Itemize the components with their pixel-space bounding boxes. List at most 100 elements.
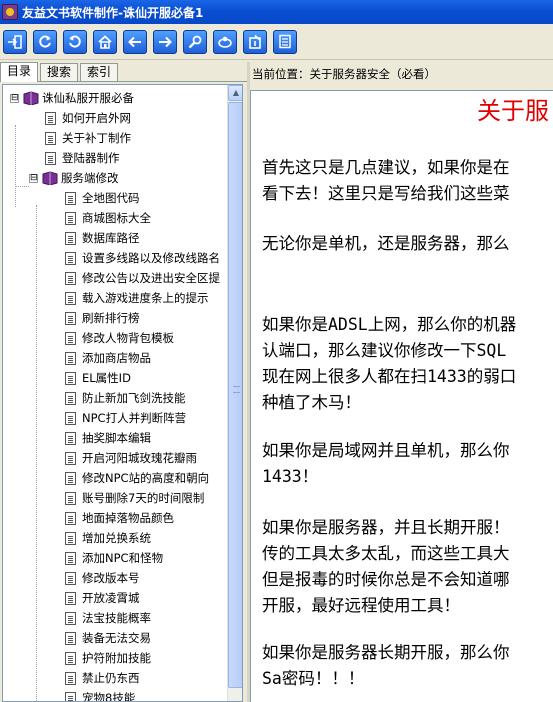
breadcrumb: 当前位置：关于服务器安全（必看） xyxy=(250,62,553,86)
tree-guide-line xyxy=(15,186,29,187)
tree-item[interactable]: 装备无法交易 xyxy=(65,628,151,648)
page-icon xyxy=(65,191,76,205)
page-icon xyxy=(65,271,76,285)
book-open-icon xyxy=(42,171,58,185)
page-icon xyxy=(65,371,76,385)
tree-item[interactable]: 登陆器制作 xyxy=(45,148,120,168)
tree-item[interactable]: 地面掉落物品颜色 xyxy=(65,508,174,528)
page-icon xyxy=(65,531,76,545)
page-icon xyxy=(65,491,76,505)
tab-contents[interactable]: 目录 xyxy=(0,62,39,82)
page-icon xyxy=(65,451,76,465)
page-icon xyxy=(65,571,76,585)
page-icon xyxy=(65,231,76,245)
tree-item[interactable]: 修改公告以及进出安全区提 xyxy=(65,268,220,288)
tree-scrollbar[interactable]: ▲ xyxy=(227,85,242,701)
link-icon[interactable] xyxy=(213,29,237,54)
document-view[interactable]: 关于服 首先这只是几点建议，如果你是在 看下去！这里只是写给我们这些菜 无论你是… xyxy=(250,90,553,702)
tree-item[interactable]: 如何开启外网 xyxy=(45,108,131,128)
back-circle-icon[interactable] xyxy=(63,29,87,54)
tab-search[interactable]: 搜索 xyxy=(40,63,79,81)
right-arrow-icon[interactable] xyxy=(153,29,177,54)
paragraph: 如果你是服务器长期开服，那么你 Sa密码！！！ xyxy=(262,643,510,688)
left-arrow-icon[interactable] xyxy=(123,29,147,54)
tree-item[interactable]: 设置多线路以及修改线路名 xyxy=(65,248,220,268)
document-title: 关于服 xyxy=(477,97,549,125)
tab-index[interactable]: 索引 xyxy=(80,63,119,81)
scroll-thumb[interactable] xyxy=(228,102,242,688)
page-icon xyxy=(65,411,76,425)
tree-node-server-mods[interactable]: ⊟ 服务端修改 xyxy=(29,168,119,188)
collapse-icon[interactable]: ⊟ xyxy=(10,93,19,103)
page-icon xyxy=(65,351,76,365)
tree-item[interactable]: 增加兑换系统 xyxy=(65,528,151,548)
page-icon xyxy=(65,431,76,445)
tree-item[interactable]: 数据库路径 xyxy=(65,228,140,248)
tree-item[interactable]: 添加NPC和怪物 xyxy=(65,548,163,568)
tree-item[interactable]: 抽奖脚本编辑 xyxy=(65,428,151,448)
tree-item[interactable]: 账号删除7天的时间限制 xyxy=(65,488,204,508)
page-icon xyxy=(65,551,76,565)
tree-item[interactable]: 关于补丁制作 xyxy=(45,128,131,148)
paragraph: 如果你是局域网并且单机，那么你 1433！ xyxy=(262,441,510,486)
page-icon xyxy=(45,131,56,145)
tree-item[interactable]: 宠物8技能 xyxy=(65,688,135,701)
tree-item[interactable]: 全地图代码 xyxy=(65,188,140,208)
paragraph: 首先这只是几点建议，如果你是在 看下去！这里只是写给我们这些菜 xyxy=(262,158,510,203)
tree-item[interactable]: 开放凌霄城 xyxy=(65,588,140,608)
tree-item[interactable]: 修改人物背包模板 xyxy=(65,328,174,348)
tree-item[interactable]: 开启河阳城玫瑰花瓣雨 xyxy=(65,448,197,468)
toolbar xyxy=(0,24,553,60)
contents-tree: ⊟ 诛仙私服开服必备 如何开启外网 关于补丁制作 登陆器制作 ⊟ 服务端修改 全… xyxy=(2,84,243,702)
breadcrumb-text: 当前位置：关于服务器安全（必看） xyxy=(252,67,436,81)
paragraph: 无论你是单机，还是服务器，那么 xyxy=(262,234,510,253)
page-icon xyxy=(65,331,76,345)
tree-guide-line xyxy=(36,205,37,701)
exit-icon[interactable] xyxy=(3,29,27,54)
bookmark-icon[interactable] xyxy=(243,29,267,54)
notes-icon[interactable] xyxy=(273,29,297,54)
page-icon xyxy=(65,251,76,265)
page-icon xyxy=(45,151,56,165)
book-icon xyxy=(23,91,39,105)
content-pane: 当前位置：关于服务器安全（必看） 关于服 首先这只是几点建议，如果你是在 看下去… xyxy=(250,62,553,702)
page-icon xyxy=(65,671,76,685)
tree-item[interactable]: 防止新加飞剑洗技能 xyxy=(65,388,186,408)
refresh-icon[interactable] xyxy=(33,29,57,54)
page-icon xyxy=(65,391,76,405)
home-icon[interactable] xyxy=(93,29,117,54)
window-title: 友益文书软件制作-诛仙开服必备1 xyxy=(22,5,204,20)
page-icon xyxy=(65,471,76,485)
tree-item[interactable]: 修改NPC站的高度和朝向 xyxy=(65,468,209,488)
page-icon xyxy=(65,291,76,305)
tree-guide-line xyxy=(15,125,16,207)
app-book-icon xyxy=(2,4,18,20)
page-icon xyxy=(65,651,76,665)
page-icon xyxy=(65,211,76,225)
tree-item[interactable]: 商城图标大全 xyxy=(65,208,151,228)
page-icon xyxy=(65,631,76,645)
tree-item[interactable]: 载入游戏进度条上的提示 xyxy=(65,288,209,308)
paragraph: 如果你是ADSL上网，那么你的机器 认端口，那么建议你修改一下SQL 现在网上很… xyxy=(262,315,517,412)
tree-item[interactable]: 修改版本号 xyxy=(65,568,140,588)
tree-item[interactable]: 添加商店物品 xyxy=(65,348,151,368)
page-icon xyxy=(45,111,56,125)
tree-item[interactable]: 刷新排行榜 xyxy=(65,308,140,328)
page-icon xyxy=(65,511,76,525)
tree-item[interactable]: EL属性ID xyxy=(65,368,131,388)
scroll-up-icon[interactable]: ▲ xyxy=(228,85,242,101)
tree-item[interactable]: NPC打人并判断阵营 xyxy=(65,408,186,428)
paragraph: 如果你是服务器，并且长期开服！ 传的工具太多太乱，而这些工具大 但是报毒的时候你… xyxy=(262,518,510,615)
tree-item[interactable]: 法宝技能概率 xyxy=(65,608,151,628)
search-icon[interactable] xyxy=(183,29,207,54)
tab-strip: 目录 搜索 索引 xyxy=(0,62,247,82)
page-icon xyxy=(65,691,76,701)
tree-item[interactable]: 禁止仍东西 xyxy=(65,668,140,688)
grip-icon xyxy=(233,386,240,393)
title-bar: 友益文书软件制作-诛仙开服必备1 xyxy=(0,0,553,24)
page-icon xyxy=(65,311,76,325)
navigation-pane: 目录 搜索 索引 ⊟ 诛仙私服开服必备 如何开启外网 关于补丁制作 登陆器制作 xyxy=(0,62,247,702)
collapse-icon[interactable]: ⊟ xyxy=(29,173,38,183)
tree-item[interactable]: 护符附加技能 xyxy=(65,648,151,668)
tree-node-root[interactable]: ⊟ 诛仙私服开服必备 xyxy=(10,88,134,108)
